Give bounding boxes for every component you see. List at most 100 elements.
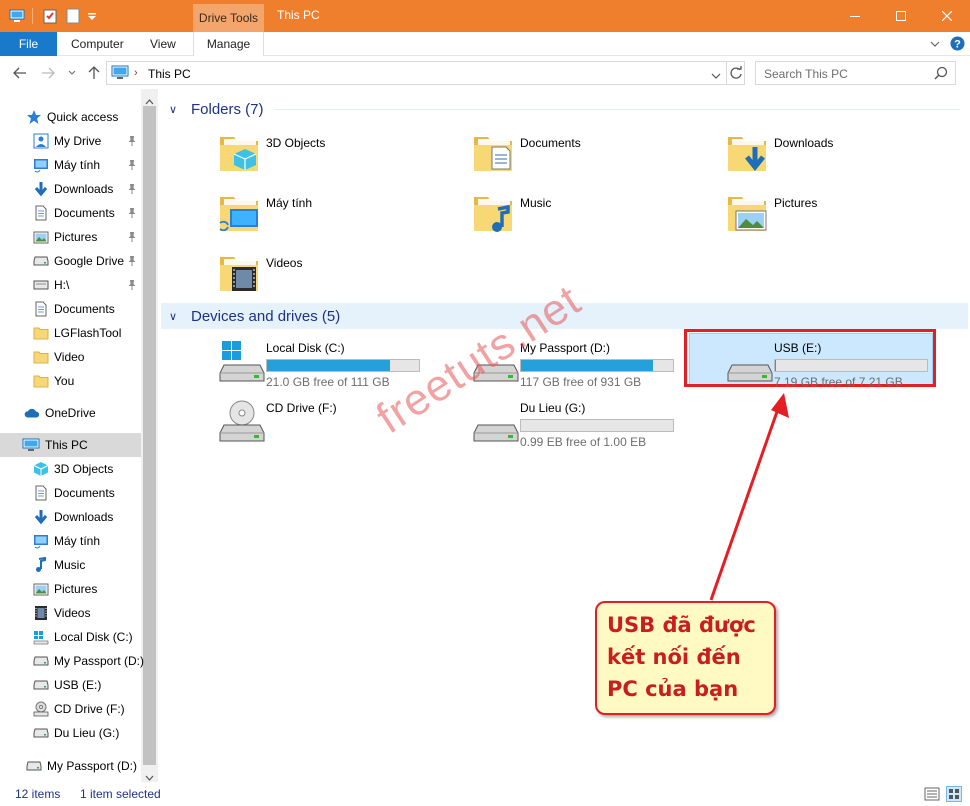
- large-icons-view-icon[interactable]: [946, 786, 962, 802]
- sidebar-item[interactable]: Downloads: [0, 177, 141, 201]
- sidebar-item[interactable]: Pictures: [0, 577, 141, 601]
- nav-my-passport-d-bottom[interactable]: My Passport (D:): [0, 754, 141, 778]
- group-title: Folders (7): [191, 100, 264, 118]
- nav-quick-access[interactable]: Quick access: [0, 105, 141, 129]
- back-arrow-icon: [13, 67, 26, 79]
- usb-drive-icon: [726, 335, 774, 383]
- properties-icon[interactable]: [40, 6, 60, 26]
- sidebar-item[interactable]: CD Drive (F:): [0, 697, 141, 721]
- divider: [350, 316, 960, 317]
- address-dropdown-icon[interactable]: [711, 69, 721, 83]
- 3d-objects-icon: [218, 129, 266, 177]
- help-icon[interactable]: ?: [950, 36, 965, 51]
- tab-file[interactable]: File: [0, 32, 57, 56]
- computer-folder-icon: [33, 157, 49, 173]
- sidebar-item[interactable]: Du Lieu (G:): [0, 721, 141, 745]
- sidebar-item[interactable]: Máy tính: [0, 529, 141, 553]
- nav-scrollbar[interactable]: [141, 89, 158, 782]
- search-icon[interactable]: [934, 66, 948, 83]
- nav-label: Downloads: [54, 182, 114, 196]
- collapse-chevron-icon[interactable]: ∨: [169, 103, 183, 116]
- folder-tile[interactable]: Music: [472, 189, 722, 245]
- sidebar-item[interactable]: Local Disk (C:): [0, 625, 141, 649]
- sidebar-item[interactable]: 3D Objects: [0, 457, 141, 481]
- nav-label: Video: [54, 350, 85, 364]
- downloads-icon: [33, 509, 49, 525]
- maximize-button[interactable]: [878, 0, 924, 32]
- sidebar-item[interactable]: Máy tính: [0, 153, 141, 177]
- expand-ribbon-icon[interactable]: [928, 37, 942, 51]
- sidebar-item[interactable]: Pictures: [0, 225, 141, 249]
- sidebar-item[interactable]: Music: [0, 553, 141, 577]
- scroll-down-icon[interactable]: [145, 770, 154, 782]
- sidebar-item[interactable]: Video: [0, 345, 141, 369]
- sidebar-item[interactable]: You: [0, 369, 141, 393]
- drive-free-space: 21.0 GB free of 111 GB: [266, 375, 390, 389]
- drive-free-space: 7.19 GB free of 7.21 GB: [774, 375, 903, 389]
- address-toolbar: › This PC Search This PC: [0, 57, 970, 89]
- tab-view[interactable]: View: [150, 32, 176, 56]
- back-button[interactable]: [10, 63, 30, 83]
- sidebar-item[interactable]: LGFlashTool: [0, 321, 141, 345]
- folder-tile[interactable]: 3D Objects: [218, 129, 468, 185]
- nav-label: Du Lieu (G:): [54, 726, 120, 740]
- pin-icon: [127, 207, 137, 219]
- sidebar-item[interactable]: Documents: [0, 297, 141, 321]
- breadcrumb-this-pc[interactable]: This PC: [148, 67, 191, 81]
- sidebar-item[interactable]: Documents: [0, 201, 141, 225]
- scrollbar-thumb[interactable]: [143, 106, 156, 765]
- nav-label: Documents: [54, 206, 115, 220]
- downloads-icon: [33, 181, 49, 197]
- collapse-chevron-icon[interactable]: ∨: [169, 310, 183, 323]
- maximize-icon: [896, 11, 906, 21]
- close-button[interactable]: [924, 0, 970, 32]
- my-drive-icon: [33, 133, 49, 149]
- sidebar-item[interactable]: My Passport (D:): [0, 649, 144, 673]
- details-view-icon[interactable]: [924, 786, 940, 802]
- nav-label: Quick access: [47, 110, 119, 124]
- up-button[interactable]: [84, 63, 104, 83]
- nav-label: My Passport (D:): [47, 759, 138, 773]
- drive-tile[interactable]: USB (E:) 7.19 GB free of 7.21 GB: [726, 335, 970, 391]
- drive-tile[interactable]: Du Lieu (G:) 0.99 EB free of 1.00 EB: [472, 395, 722, 451]
- item-count: 12 items: [15, 787, 61, 801]
- group-title: Devices and drives (5): [191, 307, 341, 325]
- tab-manage[interactable]: Manage: [193, 32, 264, 56]
- sidebar-item[interactable]: Documents: [0, 481, 141, 505]
- refresh-icon[interactable]: [729, 66, 743, 83]
- tab-computer[interactable]: Computer: [71, 32, 124, 56]
- folder-tile[interactable]: Documents: [472, 129, 722, 185]
- nav-this-pc[interactable]: This PC: [0, 433, 141, 457]
- documents-icon: [33, 485, 49, 501]
- documents-icon: [472, 129, 520, 177]
- sidebar-item[interactable]: Google Drive: [0, 249, 141, 273]
- nav-onedrive[interactable]: OneDrive: [0, 401, 141, 425]
- sidebar-item[interactable]: H:\: [0, 273, 141, 297]
- customize-quick-access-icon[interactable]: [82, 6, 102, 26]
- folders-group-header[interactable]: ∨ Folders (7): [161, 96, 968, 122]
- nav-label: Máy tính: [54, 534, 101, 548]
- sidebar-item[interactable]: Videos: [0, 601, 141, 625]
- sidebar-item[interactable]: My Drive: [0, 129, 141, 153]
- search-input[interactable]: Search This PC: [755, 61, 956, 85]
- folder-tile[interactable]: Videos: [218, 249, 468, 305]
- sidebar-item[interactable]: Downloads: [0, 505, 141, 529]
- drive-icon: [26, 758, 42, 774]
- folder-tile[interactable]: Downloads: [726, 129, 970, 185]
- nav-label: Google Drive: [54, 254, 125, 268]
- drive-tools-context-tab[interactable]: Drive Tools: [193, 4, 264, 32]
- recent-locations-button[interactable]: [62, 63, 82, 83]
- pc-app-icon[interactable]: [7, 6, 27, 26]
- drive-icon: [472, 395, 520, 443]
- folder-tile[interactable]: Pictures: [726, 189, 970, 245]
- sidebar-item[interactable]: USB (E:): [0, 673, 141, 697]
- drive-name: Local Disk (C:): [266, 341, 345, 355]
- nav-label: Pictures: [54, 582, 98, 596]
- folder-tile[interactable]: Máy tính: [218, 189, 468, 245]
- forward-button[interactable]: [38, 63, 58, 83]
- address-bar[interactable]: › This PC: [106, 61, 745, 85]
- minimize-button[interactable]: [832, 0, 878, 32]
- new-folder-icon[interactable]: [63, 6, 83, 26]
- onedrive-cloud-icon: [24, 405, 40, 421]
- breadcrumb-chevron-icon[interactable]: ›: [134, 67, 138, 79]
